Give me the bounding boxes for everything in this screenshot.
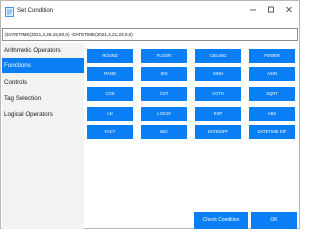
sidebar-item-tag-selection[interactable]: Tag Selection xyxy=(2,91,84,106)
function-button-asin[interactable]: ASIN xyxy=(249,67,295,81)
maximize-icon[interactable] xyxy=(262,3,280,17)
function-button-grid: ROUND FLOOR CEILING POWER RAND SIN SINH … xyxy=(87,45,297,175)
function-button-coth[interactable]: COTH xyxy=(195,87,241,101)
app-icon xyxy=(5,7,14,17)
function-button-datetime-dif[interactable]: DATETIME DIF xyxy=(249,125,295,139)
function-button-rand[interactable]: RAND xyxy=(87,67,133,81)
function-button-sqrt[interactable]: SQRT xyxy=(249,87,295,101)
close-icon[interactable] xyxy=(280,3,298,17)
sidebar-item-logical-operators[interactable]: Logical Operators xyxy=(2,107,84,122)
function-button-sec[interactable]: SEC xyxy=(141,125,187,139)
sidebar-item-functions[interactable]: Functions xyxy=(2,58,84,73)
function-button-power[interactable]: POWER xyxy=(249,49,295,63)
function-button-log10[interactable]: LOG10 xyxy=(141,107,187,121)
function-button-floor[interactable]: FLOOR xyxy=(141,49,187,63)
function-button-cos[interactable]: COS xyxy=(87,87,133,101)
window-title: Set Condition xyxy=(17,8,54,14)
function-button-abs[interactable]: ABS xyxy=(249,107,295,121)
category-sidebar: Arithmetic Operators Functions Controls … xyxy=(2,43,84,229)
minimize-icon[interactable] xyxy=(244,3,262,17)
function-button-ceiling[interactable]: CEILING xyxy=(195,49,241,63)
function-button-sin[interactable]: SIN xyxy=(141,67,187,81)
ok-button[interactable]: OK xyxy=(251,212,297,229)
sidebar-item-arithmetic-operators[interactable]: Arithmetic Operators xyxy=(2,43,84,58)
title-bar: Set Condition xyxy=(1,1,299,26)
function-button-round[interactable]: ROUND xyxy=(87,49,133,63)
check-condition-button[interactable]: Check Condition xyxy=(194,212,248,229)
function-button-ln[interactable]: LN xyxy=(87,107,133,121)
function-button-fact[interactable]: FACT xyxy=(87,125,133,139)
function-button-exp[interactable]: EXP xyxy=(195,107,241,121)
set-condition-window: Set Condition (DATETIME(2021,2,28,15,50,… xyxy=(0,0,300,229)
function-button-datediff[interactable]: DATEDIFF xyxy=(195,125,241,139)
function-button-cot[interactable]: COT xyxy=(141,87,187,101)
sidebar-item-controls[interactable]: Controls xyxy=(2,75,84,90)
function-button-sinh[interactable]: SINH xyxy=(195,67,241,81)
condition-expression-input[interactable]: (DATETIME(2021,2,28,15,50,0) -DATETIME(2… xyxy=(2,28,298,41)
